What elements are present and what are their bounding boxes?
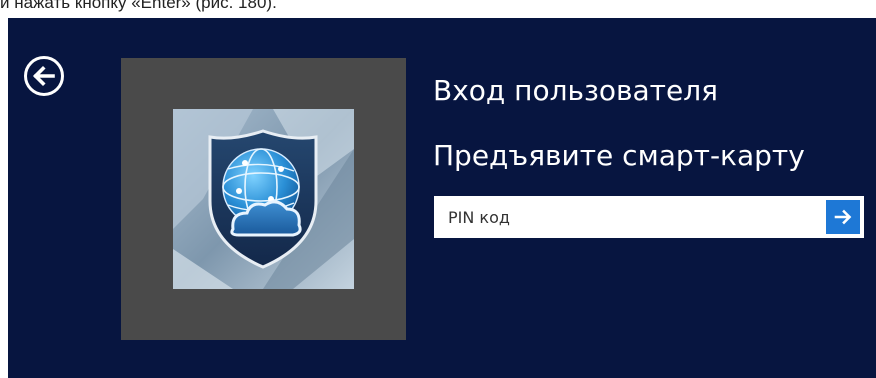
pin-field (434, 196, 864, 238)
page-title: Вход пользователя (433, 74, 718, 107)
submit-button[interactable] (826, 200, 860, 234)
pin-input[interactable] (434, 196, 826, 238)
user-tile (121, 58, 406, 340)
smartcard-prompt: Предъявите смарт-карту (433, 139, 805, 172)
back-arrow-icon (32, 65, 55, 87)
document-caption-fragment: и нажать кнопку «Enter» (рис. 180). (0, 0, 277, 12)
arrow-right-icon (834, 209, 852, 225)
back-button[interactable] (24, 56, 64, 96)
smartcard-shield-icon (173, 109, 354, 289)
login-screen: Вход пользователя Предъявите смарт-карту (8, 18, 876, 378)
